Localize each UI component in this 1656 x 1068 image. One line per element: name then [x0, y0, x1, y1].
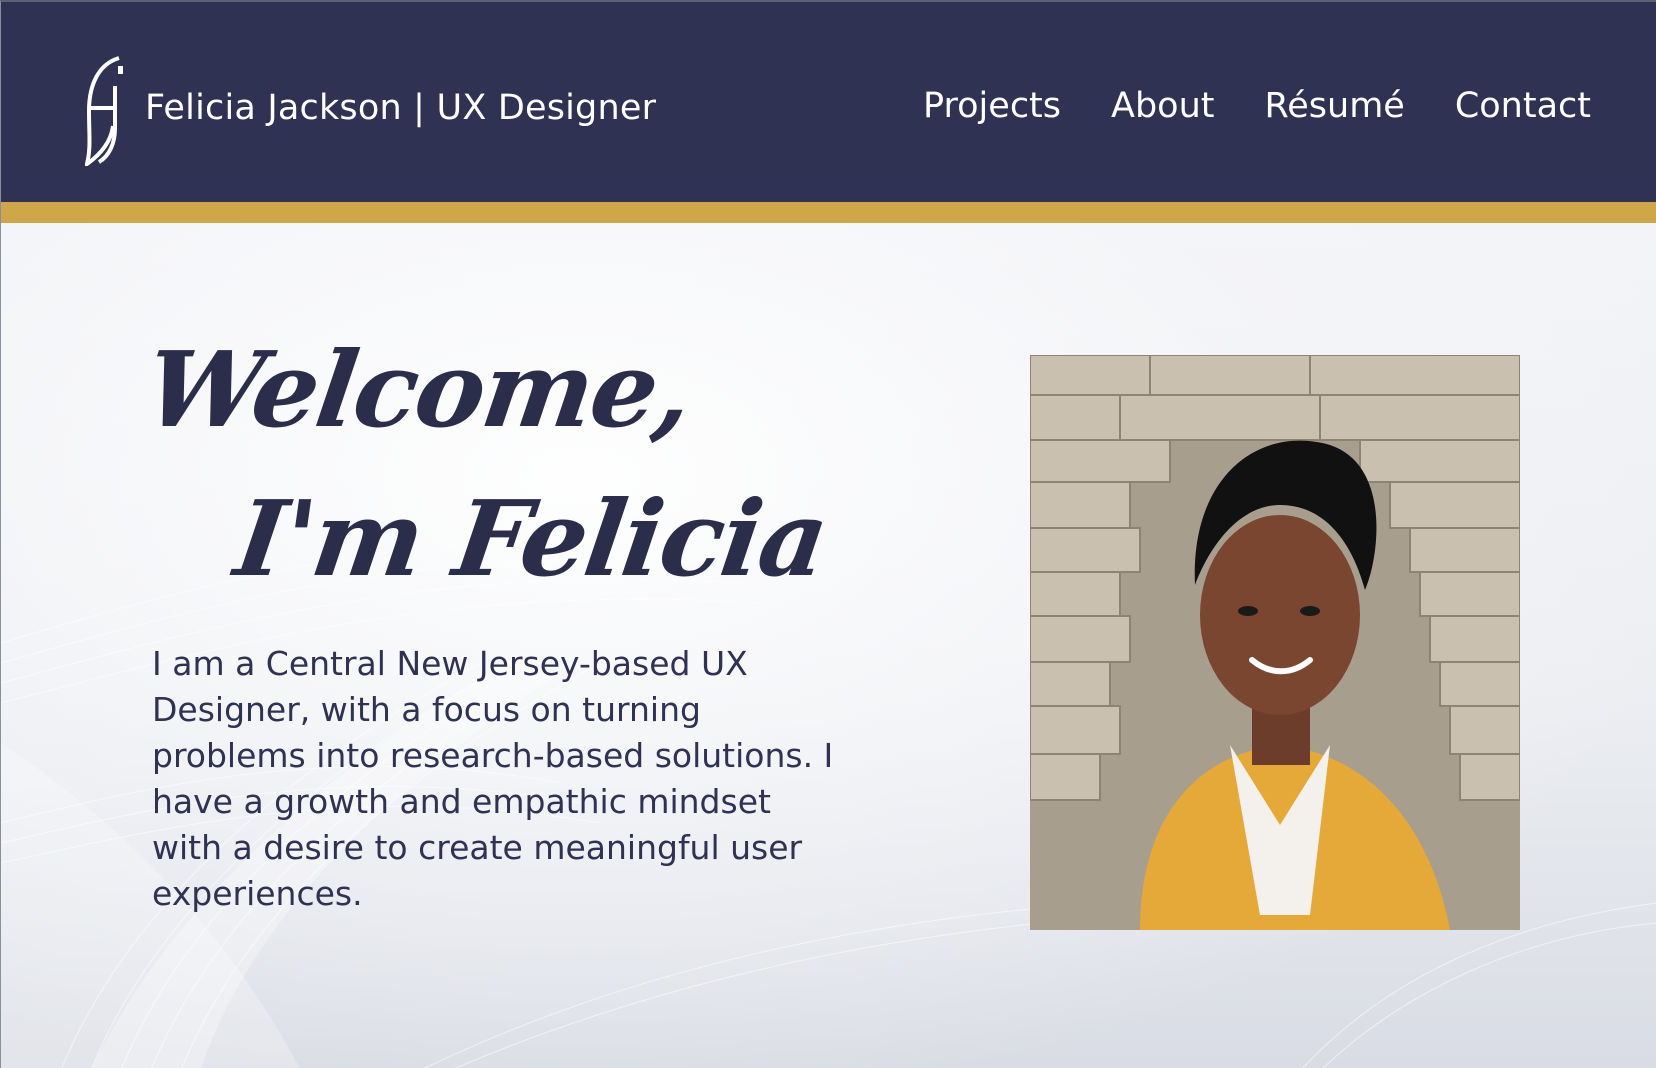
intro-paragraph: I am a Central New Jersey-based UX Desig… [152, 644, 834, 913]
nav-about-link[interactable]: About [1111, 86, 1214, 126]
nav-projects-link[interactable]: Projects [923, 86, 1061, 126]
profile-photo [1030, 355, 1520, 930]
main-nav: Projects About Résumé Contact [923, 86, 1591, 126]
nav-resume-link[interactable]: Résumé [1265, 86, 1405, 126]
nav-contact-link[interactable]: Contact [1455, 86, 1591, 126]
site-header: Felicia Jackson | UX Designer Projects A… [1, 2, 1656, 202]
page: Felicia Jackson | UX Designer Projects A… [0, 0, 1656, 1068]
fj-monogram-icon[interactable] [85, 56, 127, 166]
header-accent-bar [1, 202, 1656, 223]
hero-section: Welcome, I'm Felicia I am a Central New … [1, 223, 1656, 1068]
site-title[interactable]: Felicia Jackson | UX Designer [145, 88, 656, 128]
welcome-heading: Welcome, [138, 328, 699, 451]
name-heading: I'm Felicia [228, 477, 834, 600]
